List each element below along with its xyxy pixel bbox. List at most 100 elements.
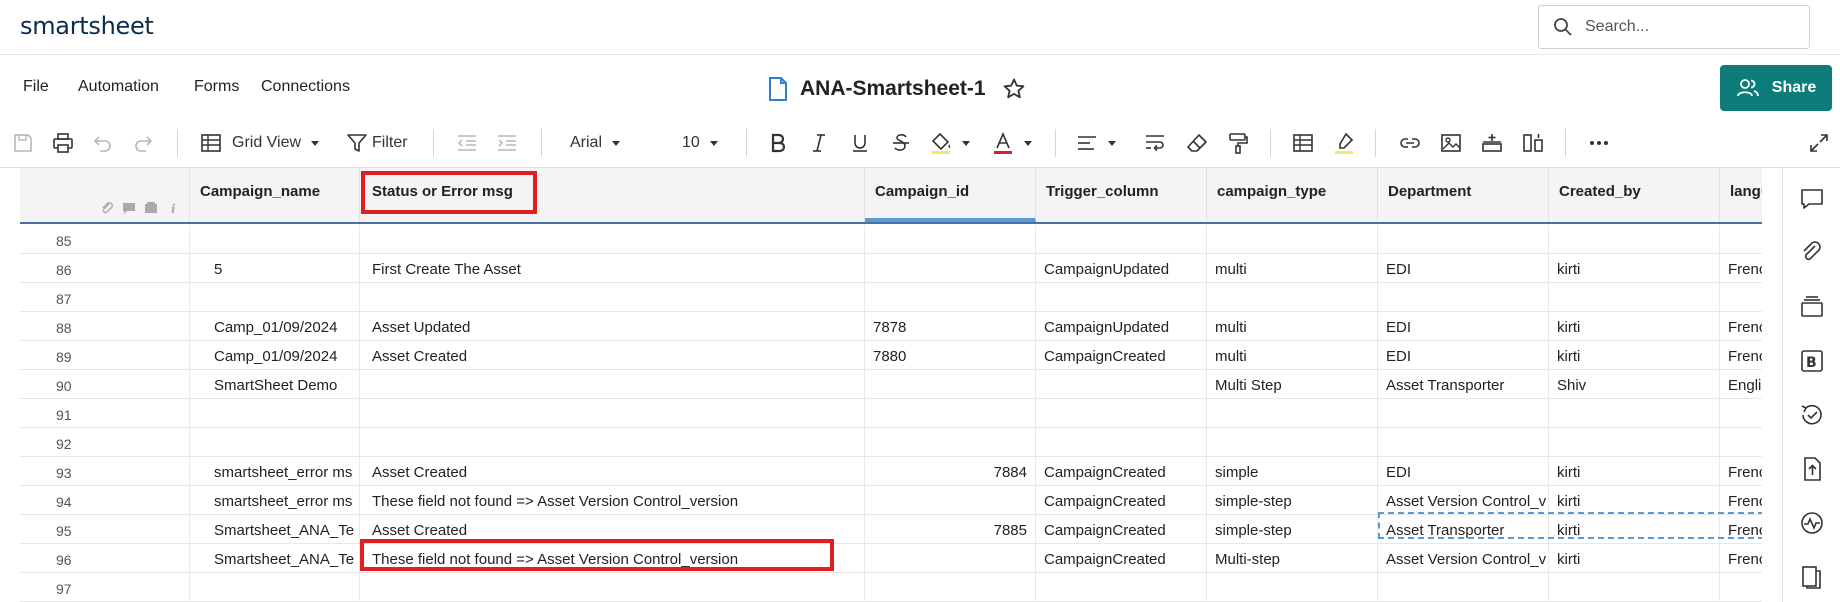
cell-campaign-type[interactable]: simple: [1207, 457, 1378, 485]
cell-trigger-column[interactable]: [1036, 225, 1207, 253]
cell-campaign-id[interactable]: 7880: [865, 341, 1036, 369]
cell-status[interactable]: [360, 428, 865, 456]
format-painter-button[interactable]: [1225, 130, 1251, 156]
cell-status[interactable]: [360, 370, 865, 398]
cell-campaign-type[interactable]: [1207, 283, 1378, 311]
grid-view-dropdown[interactable]: Grid View: [200, 130, 324, 156]
cell-campaign-type[interactable]: simple-step: [1207, 515, 1378, 543]
cell-language[interactable]: Frenc: [1720, 312, 1762, 340]
cell-language[interactable]: [1720, 283, 1762, 311]
table-row[interactable]: 97: [20, 573, 1762, 602]
cell-language[interactable]: Frenc: [1720, 486, 1762, 514]
row-number[interactable]: 91: [20, 399, 190, 427]
conversations-icon[interactable]: [1799, 186, 1825, 212]
column-header-language[interactable]: langua: [1720, 168, 1762, 222]
cell-campaign-name[interactable]: smartsheet_error ms: [190, 486, 360, 514]
share-button[interactable]: Share: [1720, 65, 1832, 111]
cell-status[interactable]: First Create The Asset: [360, 254, 865, 282]
column-header-trigger-column[interactable]: Trigger_column: [1036, 168, 1207, 222]
print-button[interactable]: [50, 130, 76, 156]
italic-button[interactable]: [806, 130, 832, 156]
cell-campaign-name[interactable]: [190, 573, 360, 601]
cell-campaign-type[interactable]: [1207, 428, 1378, 456]
row-number[interactable]: 87: [20, 283, 190, 311]
cell-created-by[interactable]: [1549, 225, 1720, 253]
cell-created-by[interactable]: kirti: [1549, 312, 1720, 340]
cell-campaign-type[interactable]: [1207, 225, 1378, 253]
cell-language[interactable]: Frenc: [1720, 457, 1762, 485]
cell-language[interactable]: [1720, 225, 1762, 253]
cell-department[interactable]: [1378, 225, 1549, 253]
cell-campaign-id[interactable]: [865, 225, 1036, 253]
row-number[interactable]: 94: [20, 486, 190, 514]
row-number[interactable]: 93: [20, 457, 190, 485]
redo-button[interactable]: [130, 130, 156, 156]
menu-connections[interactable]: Connections: [261, 78, 350, 96]
cell-status[interactable]: Asset Created: [360, 457, 865, 485]
table-row[interactable]: 95 Smartsheet_ANA_Te Asset Created 7885 Camp…: [20, 515, 1762, 544]
cell-campaign-type[interactable]: Multi-step: [1207, 544, 1378, 572]
cell-language[interactable]: Frenc: [1720, 254, 1762, 282]
cell-campaign-id[interactable]: 7878: [865, 312, 1036, 340]
filter-button[interactable]: Filter: [346, 130, 410, 156]
column-props-button[interactable]: [1520, 130, 1546, 156]
cell-status[interactable]: These field not found => Asset Version C…: [360, 486, 865, 514]
cell-created-by[interactable]: [1549, 399, 1720, 427]
cell-campaign-id[interactable]: [865, 283, 1036, 311]
table-row[interactable]: 87: [20, 283, 1762, 312]
cell-campaign-type[interactable]: multi: [1207, 341, 1378, 369]
row-number[interactable]: 85: [20, 225, 190, 253]
cell-language[interactable]: [1720, 573, 1762, 601]
cell-trigger-column[interactable]: [1036, 399, 1207, 427]
document-title[interactable]: ANA-Smartsheet-1: [800, 77, 986, 101]
cell-campaign-name[interactable]: Smartsheet_ANA_Te: [190, 515, 360, 543]
cell-department[interactable]: EDI: [1378, 254, 1549, 282]
cell-trigger-column[interactable]: CampaignCreated: [1036, 544, 1207, 572]
cell-campaign-name[interactable]: 5: [190, 254, 360, 282]
menu-forms[interactable]: Forms: [194, 78, 239, 96]
cell-created-by[interactable]: [1549, 428, 1720, 456]
cell-campaign-name[interactable]: [190, 283, 360, 311]
cell-department[interactable]: [1378, 283, 1549, 311]
cell-created-by[interactable]: Shiv: [1549, 370, 1720, 398]
table-row[interactable]: 96 Smartsheet_ANA_Te These field not found…: [20, 544, 1762, 573]
cell-campaign-type[interactable]: [1207, 573, 1378, 601]
cell-status[interactable]: Asset Updated: [360, 312, 865, 340]
align-dropdown[interactable]: [1076, 130, 1122, 156]
cell-campaign-id[interactable]: [865, 370, 1036, 398]
text-color-button[interactable]: [992, 130, 1038, 156]
cell-created-by[interactable]: kirti: [1549, 457, 1720, 485]
table-row[interactable]: 86 5 First Create The Asset CampaignUpdated…: [20, 254, 1762, 283]
undo-button[interactable]: [90, 130, 116, 156]
column-header-status[interactable]: Status or Error msg: [360, 168, 865, 222]
cell-created-by[interactable]: [1549, 573, 1720, 601]
cell-campaign-id[interactable]: 7884: [865, 457, 1036, 485]
cell-created-by[interactable]: [1549, 283, 1720, 311]
cell-format-button[interactable]: [1290, 130, 1316, 156]
cell-campaign-name[interactable]: [190, 225, 360, 253]
table-row[interactable]: 93 smartsheet_error ms Asset Created 7884 Ca…: [20, 457, 1762, 486]
column-header-campaign-id[interactable]: Campaign_id: [865, 168, 1036, 222]
row-number[interactable]: 89: [20, 341, 190, 369]
cell-status[interactable]: Asset Created: [360, 341, 865, 369]
table-row[interactable]: 88 Camp_01/09/2024 Asset Updated 7878 Campai…: [20, 312, 1762, 341]
cell-trigger-column[interactable]: [1036, 428, 1207, 456]
cell-created-by[interactable]: kirti: [1549, 254, 1720, 282]
column-header-created-by[interactable]: Created_by: [1549, 168, 1720, 222]
cell-campaign-id[interactable]: 7885: [865, 515, 1036, 543]
table-row[interactable]: 89 Camp_01/09/2024 Asset Created 7880 Campai…: [20, 341, 1762, 370]
table-row[interactable]: 85: [20, 225, 1762, 254]
cell-department[interactable]: [1378, 399, 1549, 427]
cell-created-by[interactable]: kirti: [1549, 515, 1720, 543]
cell-department[interactable]: EDI: [1378, 457, 1549, 485]
cell-department[interactable]: [1378, 428, 1549, 456]
fill-color-button[interactable]: [930, 130, 976, 156]
cell-campaign-type[interactable]: multi: [1207, 312, 1378, 340]
cell-department[interactable]: Asset Transporter: [1378, 370, 1549, 398]
cell-campaign-name[interactable]: Camp_01/09/2024: [190, 341, 360, 369]
insert-image-button[interactable]: [1438, 130, 1464, 156]
table-row[interactable]: 92: [20, 428, 1762, 457]
cell-created-by[interactable]: kirti: [1549, 544, 1720, 572]
column-header-campaign-type[interactable]: campaign_type: [1207, 168, 1378, 222]
cell-campaign-id[interactable]: [865, 486, 1036, 514]
